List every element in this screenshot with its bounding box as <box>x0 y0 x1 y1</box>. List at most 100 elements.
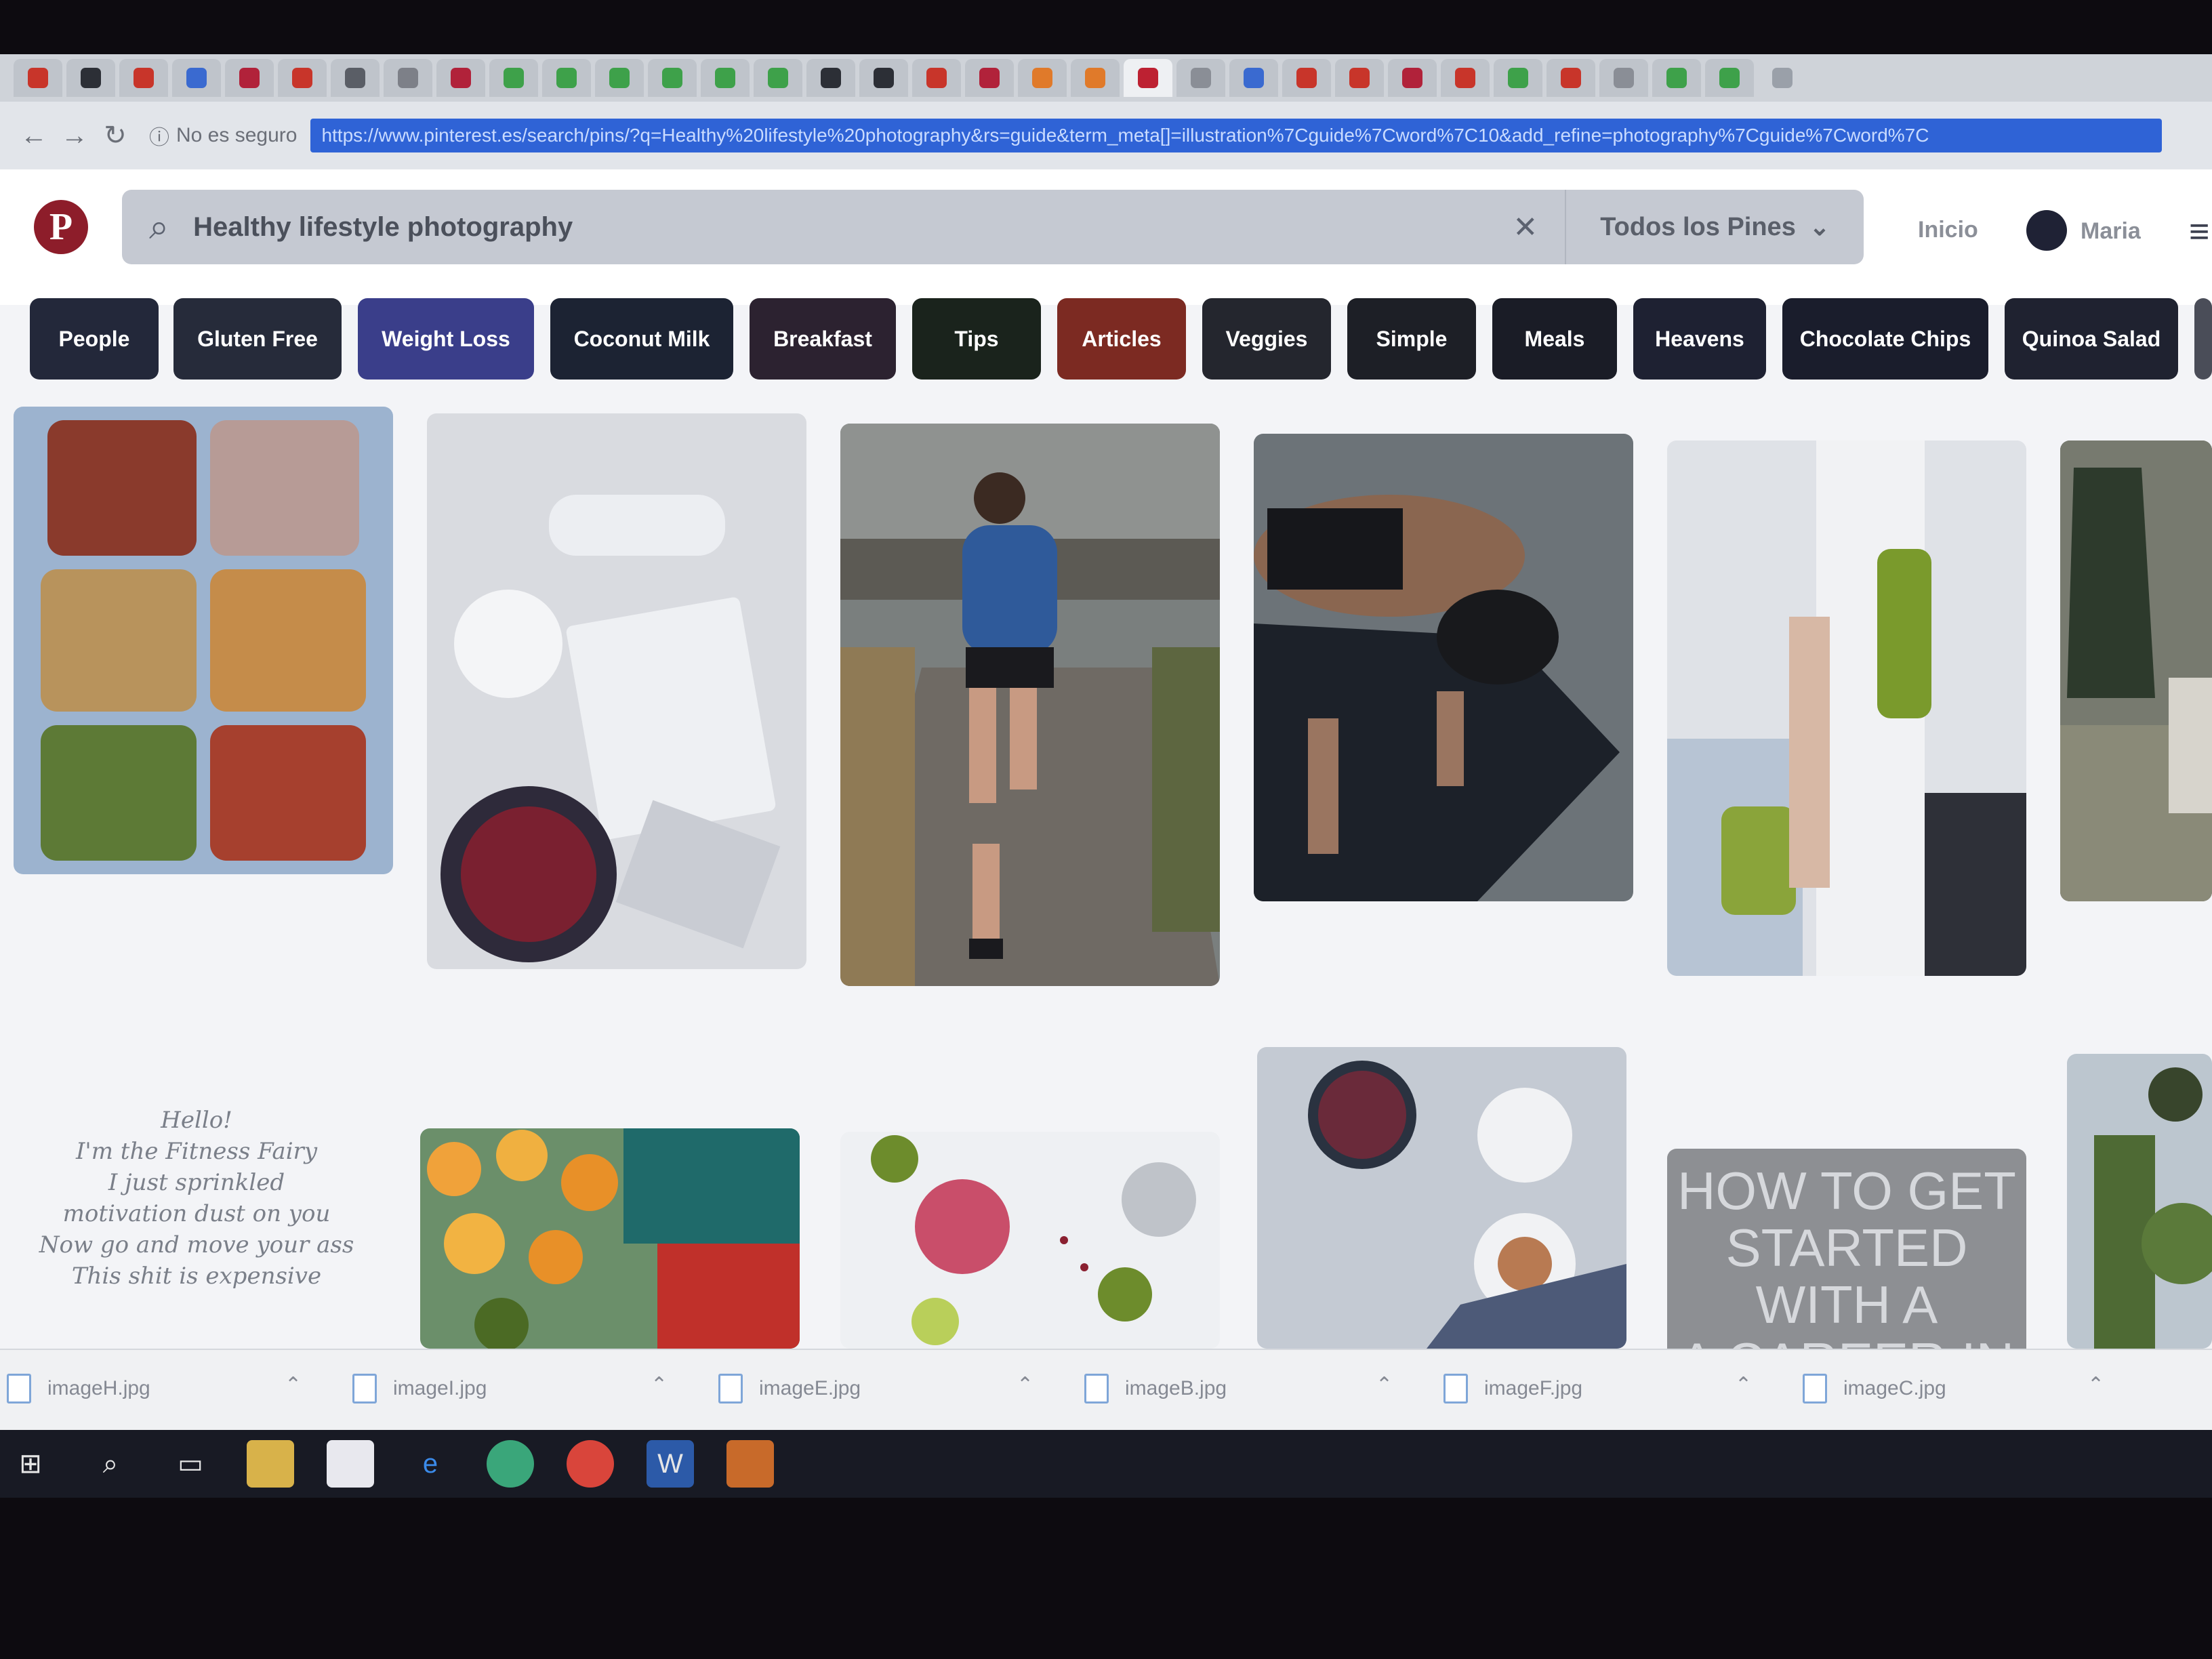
guide-chip[interactable]: Simple <box>1347 298 1476 380</box>
guide-chip[interactable]: Tips <box>912 298 1041 380</box>
browser-tab[interactable] <box>172 59 221 97</box>
guide-chip-next[interactable] <box>2194 298 2212 380</box>
browser-tab[interactable] <box>806 59 855 97</box>
pin-green-juice[interactable] <box>1667 441 2026 976</box>
file-icon <box>352 1374 377 1404</box>
browser-tab[interactable] <box>436 59 485 97</box>
pin-runner[interactable] <box>840 424 1220 986</box>
pin-flatlay-strawberries[interactable] <box>427 413 806 969</box>
pin-toast-grid[interactable] <box>14 407 393 874</box>
search-scope-dropdown[interactable]: Todos los Pines ⌄ <box>1565 190 1864 264</box>
guide-chip[interactable]: Articles <box>1057 298 1186 380</box>
guide-chip[interactable]: Veggies <box>1202 298 1331 380</box>
browser-tab[interactable] <box>1124 59 1172 97</box>
browser-tab[interactable] <box>1335 59 1384 97</box>
guide-chip[interactable]: Gluten Free <box>173 298 342 380</box>
guide-chip[interactable]: Breakfast <box>750 298 896 380</box>
guide-chip[interactable]: Weight Loss <box>358 298 534 380</box>
media-app-icon[interactable] <box>487 1440 534 1488</box>
avatar[interactable] <box>2026 210 2067 251</box>
guide-chip[interactable]: Quinoa Salad <box>2005 298 2178 380</box>
browser-tab[interactable] <box>1652 59 1701 97</box>
search-bar[interactable]: ⌕ Healthy lifestyle photography ✕ Todos … <box>122 190 1864 264</box>
download-item[interactable]: imageB.jpg <box>1084 1365 1227 1412</box>
task-view-icon[interactable]: ▭ <box>167 1440 214 1488</box>
back-button[interactable]: ← <box>14 115 54 156</box>
browser-tab[interactable] <box>278 59 327 97</box>
browser-tab[interactable] <box>384 59 432 97</box>
browser-tab[interactable] <box>331 59 380 97</box>
browser-tab[interactable] <box>1388 59 1437 97</box>
browser-tab[interactable] <box>1547 59 1595 97</box>
file-explorer-icon[interactable] <box>247 1440 294 1488</box>
chrome-icon[interactable] <box>567 1440 614 1488</box>
browser-tab[interactable] <box>225 59 274 97</box>
chevron-up-icon[interactable]: ⌃ <box>1376 1373 1393 1397</box>
search-input[interactable]: Healthy lifestyle photography <box>193 212 1513 243</box>
pin-quote[interactable]: Hello! I'm the Fitness Fairy I just spri… <box>27 1071 366 1342</box>
pin-drinks[interactable] <box>840 1132 1220 1349</box>
new-tab-button[interactable] <box>1758 59 1807 97</box>
edge-browser-icon[interactable]: e <box>407 1440 454 1488</box>
browser-tab[interactable] <box>14 59 62 97</box>
url-field[interactable]: https://www.pinterest.es/search/pins/?q=… <box>310 119 2163 152</box>
chevron-up-icon[interactable]: ⌃ <box>651 1373 668 1397</box>
browser-tab[interactable] <box>754 59 802 97</box>
browser-tab[interactable] <box>1229 59 1278 97</box>
browser-tab[interactable] <box>1705 59 1754 97</box>
browser-tab[interactable] <box>912 59 961 97</box>
browser-tab[interactable] <box>119 59 168 97</box>
security-indicator[interactable]: ⓘ No es seguro <box>149 121 297 150</box>
guide-chip-label: Coconut Milk <box>573 326 710 351</box>
chevron-up-icon[interactable]: ⌃ <box>285 1373 302 1397</box>
pin-greens[interactable] <box>2067 1054 2212 1349</box>
browser-tab[interactable] <box>1282 59 1331 97</box>
browser-tab[interactable] <box>66 59 115 97</box>
user-name-link[interactable]: Maria <box>2081 218 2141 245</box>
browser-tab[interactable] <box>1599 59 1648 97</box>
browser-tab[interactable] <box>1018 59 1067 97</box>
pinterest-logo[interactable]: P <box>34 200 88 254</box>
browser-tab[interactable] <box>965 59 1014 97</box>
menu-icon[interactable]: ≡ <box>2189 211 2209 252</box>
pin-article-career[interactable]: HOW TO GET STARTED WITH A A CAREER IN <box>1667 1149 2026 1390</box>
tab-favicon-icon <box>28 68 48 88</box>
browser-tab[interactable] <box>859 59 908 97</box>
guide-chip[interactable]: Heavens <box>1633 298 1766 380</box>
browser-tab[interactable] <box>542 59 591 97</box>
browser-tab[interactable] <box>701 59 750 97</box>
download-item[interactable]: imageC.jpg <box>1803 1365 1946 1412</box>
guide-chip[interactable]: Chocolate Chips <box>1782 298 1988 380</box>
forward-button[interactable]: → <box>54 115 95 156</box>
article-title-line: WITH A <box>1755 1275 1938 1334</box>
browser-tab[interactable] <box>595 59 644 97</box>
word-icon[interactable]: W <box>647 1440 694 1488</box>
store-icon[interactable] <box>327 1440 374 1488</box>
download-item[interactable]: imageE.jpg <box>718 1365 861 1412</box>
browser-tab[interactable] <box>648 59 697 97</box>
browser-tab[interactable] <box>1071 59 1120 97</box>
search-icon[interactable]: ⌕ <box>87 1440 134 1488</box>
reload-button[interactable]: ↻ <box>95 115 136 156</box>
browser-tab[interactable] <box>1176 59 1225 97</box>
home-link[interactable]: Inicio <box>1918 217 1978 243</box>
chevron-up-icon[interactable]: ⌃ <box>1735 1373 1752 1397</box>
chevron-up-icon[interactable]: ⌃ <box>2087 1373 2104 1397</box>
browser-tab[interactable] <box>1441 59 1490 97</box>
pin-berries-bowls[interactable] <box>1257 1047 1626 1349</box>
clear-search-icon[interactable]: ✕ <box>1513 210 1538 245</box>
download-item[interactable]: imageF.jpg <box>1443 1365 1582 1412</box>
browser-tab[interactable] <box>1494 59 1542 97</box>
pin-workout[interactable] <box>1254 434 1633 901</box>
pin-citrus[interactable] <box>420 1128 800 1349</box>
download-item[interactable]: imageI.jpg <box>352 1365 487 1412</box>
guide-chip[interactable]: Coconut Milk <box>550 298 733 380</box>
guide-chip[interactable]: People <box>30 298 159 380</box>
paint-app-icon[interactable] <box>726 1440 774 1488</box>
browser-tab[interactable] <box>489 59 538 97</box>
pin-outdoor[interactable] <box>2060 441 2212 901</box>
chevron-up-icon[interactable]: ⌃ <box>1017 1373 1033 1397</box>
download-item[interactable]: imageH.jpg <box>7 1365 150 1412</box>
guide-chip[interactable]: Meals <box>1492 298 1617 380</box>
windows-start-icon[interactable]: ⊞ <box>7 1440 54 1488</box>
